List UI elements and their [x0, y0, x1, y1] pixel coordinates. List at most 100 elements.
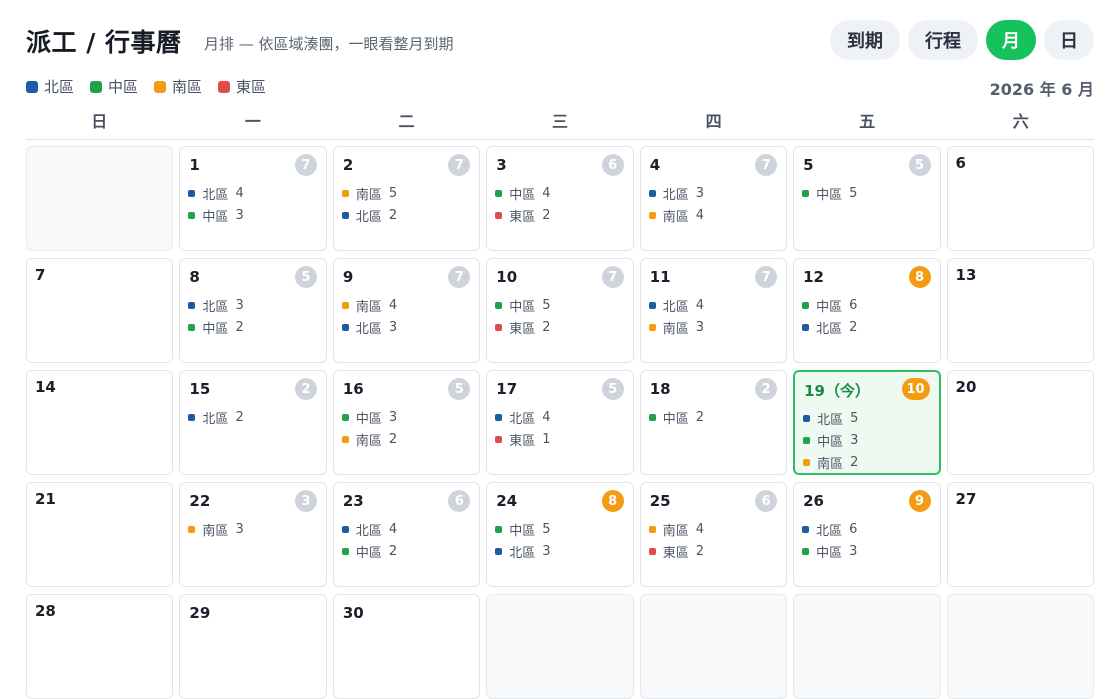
region-entry-count: 3	[388, 409, 398, 425]
day-cell[interactable]: 1 7 北區 4 中區 3	[179, 146, 327, 251]
region-entry-label: 中區	[662, 411, 689, 427]
region-entry-count: 2	[695, 543, 704, 559]
region-entry-count: 4	[388, 521, 398, 537]
region-entry-label: 南區	[817, 456, 844, 472]
region-dot	[495, 525, 503, 533]
region-dot	[648, 525, 656, 533]
region-entry-label: 北區	[509, 545, 536, 561]
region-entry-label: 中區	[816, 187, 843, 203]
region-entry: 南區 2	[341, 428, 397, 450]
region-entry-label: 中區	[509, 299, 536, 315]
day-cell[interactable]: 25 6 南區 4 東區 2	[639, 482, 788, 587]
region-entry-list: 南區 4 東區 2	[648, 518, 704, 562]
day-number: 3	[496, 156, 507, 174]
region-entry: 中區 3	[802, 540, 857, 562]
region-entry-count: 3	[235, 521, 244, 537]
region-dot	[802, 323, 810, 331]
region-entry-count: 5	[542, 521, 551, 537]
day-cell[interactable]: 18 2 中區 2	[639, 370, 788, 475]
region-entry-count: 5	[850, 410, 859, 426]
view-button-2[interactable]: 月	[986, 20, 1036, 60]
day-cell[interactable]: 15 2 北區 2	[179, 370, 327, 475]
region-entry-count: 4	[235, 185, 244, 201]
day-number: 1	[189, 156, 200, 174]
day-number: 2	[342, 156, 354, 174]
day-cell[interactable]: 17 5 北區 4 東區 1	[486, 370, 634, 475]
day-cell[interactable]: 3 6 中區 4 東區 2	[486, 146, 634, 251]
day-cell[interactable]: 11 7 北區 4 南區 3	[639, 258, 788, 363]
region-dot	[341, 189, 349, 197]
day-cell[interactable]: 22 3 南區 3	[179, 482, 327, 587]
region-entry-count: 3	[849, 543, 858, 559]
region-entry-label: 中區	[355, 545, 382, 561]
region-dot	[648, 547, 656, 555]
day-cell[interactable]: 8 5 北區 3 中區 2	[179, 258, 327, 363]
day-cell[interactable]: 24 8 中區 5 北區 3	[486, 482, 634, 587]
day-number: 11	[649, 268, 671, 286]
region-entry-label: 南區	[355, 433, 382, 449]
region-entry-label: 北區	[816, 321, 843, 337]
empty-day-cell	[793, 594, 941, 699]
day-cell[interactable]: 23 6 北區 4 中區 2	[332, 482, 481, 587]
day-cell[interactable]: 10 7 中區 5 東區 2	[486, 258, 634, 363]
region-dot	[341, 211, 349, 219]
day-number: 28	[35, 602, 56, 620]
day-cell[interactable]: 7	[26, 258, 174, 363]
region-dot	[802, 301, 810, 309]
day-cell[interactable]: 13	[946, 258, 1094, 363]
view-button-3[interactable]: 日	[1044, 20, 1094, 60]
region-entry-label: 東區	[509, 321, 536, 337]
region-entry-label: 北區	[202, 299, 229, 315]
day-cell[interactable]: 12 8 中區 6 北區 2	[793, 258, 941, 363]
view-button-1[interactable]: 行程	[908, 20, 978, 60]
region-entry-label: 中區	[509, 523, 536, 539]
region-entry-count: 3	[388, 319, 398, 335]
day-cell[interactable]: 30	[332, 594, 481, 699]
view-button-0[interactable]: 到期	[830, 20, 900, 60]
day-cell[interactable]: 14	[26, 370, 174, 475]
region-entry: 東區 2	[495, 316, 551, 338]
job-count-badge: 6	[755, 490, 778, 512]
region-entry-count: 6	[849, 297, 858, 313]
region-dot	[341, 323, 349, 331]
day-number: 5	[803, 156, 814, 174]
day-cell[interactable]: 6	[946, 146, 1094, 251]
region-entry-label: 中區	[816, 545, 843, 561]
day-cell[interactable]: 20	[946, 370, 1094, 475]
region-entry: 北區 5	[803, 407, 858, 429]
job-count-badge: 7	[448, 154, 471, 176]
job-count-badge: 7	[448, 266, 471, 288]
region-entry: 北區 3	[188, 294, 244, 316]
region-entry-count: 4	[388, 297, 398, 313]
region-dot	[648, 323, 656, 331]
day-cell[interactable]: 2 7 南區 5 北區 2	[332, 146, 481, 251]
day-cell[interactable]: 4 7 北區 3 南區 4	[639, 146, 788, 251]
day-cell-today[interactable]: 19（今） 10 北區 5 中區 3 南區 2	[793, 370, 941, 475]
region-entry-count: 6	[849, 521, 858, 537]
region-dot	[495, 189, 503, 197]
region-entry-count: 2	[235, 409, 244, 425]
job-count-badge: 2	[294, 378, 317, 400]
day-number: 12	[803, 268, 824, 286]
region-entry-list: 北區 4 中區 2	[341, 518, 398, 562]
region-entry-list: 北區 5 中區 3 南區 2	[803, 407, 858, 473]
region-entry-label: 東區	[662, 545, 689, 561]
job-count-badge: 2	[755, 378, 778, 400]
region-entry-label: 南區	[662, 321, 689, 337]
day-cell[interactable]: 27	[946, 482, 1094, 587]
region-entry-list: 北區 4 南區 3	[648, 294, 704, 338]
region-entry-label: 北區	[662, 187, 689, 203]
region-dot	[495, 323, 503, 331]
day-cell[interactable]: 21	[26, 482, 174, 587]
job-count-badge: 8	[601, 490, 624, 512]
day-cell[interactable]: 16 5 中區 3 南區 2	[332, 370, 481, 475]
day-cell[interactable]: 9 7 南區 4 北區 3	[332, 258, 481, 363]
day-cell[interactable]: 5 5 中區 5	[793, 146, 941, 251]
day-cell[interactable]: 28	[26, 594, 174, 699]
region-dot	[341, 435, 349, 443]
day-cell[interactable]: 29	[179, 594, 327, 699]
day-cell[interactable]: 26 9 北區 6 中區 3	[793, 482, 941, 587]
region-entry-label: 東區	[509, 209, 536, 225]
region-entry-list: 中區 2	[648, 406, 704, 428]
region-entry: 東區 1	[495, 428, 551, 450]
